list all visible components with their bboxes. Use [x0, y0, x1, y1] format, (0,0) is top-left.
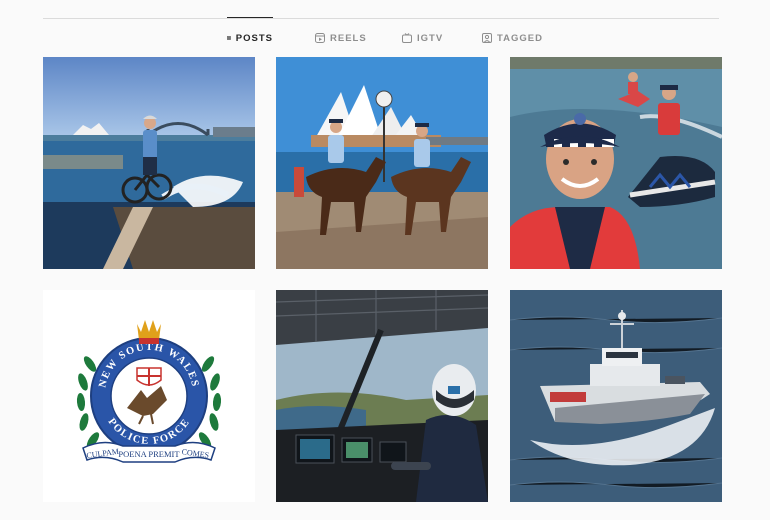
post-tile[interactable] [510, 290, 722, 502]
post-tile[interactable] [510, 57, 722, 269]
tab-tagged[interactable]: TAGGED [482, 18, 543, 58]
crest-ribbon-center: POENA PREMIT [118, 449, 180, 459]
post-tile[interactable] [276, 290, 488, 502]
igtv-icon [402, 33, 412, 43]
post-tile[interactable]: NEW SOUTH WALES POLICE FORCE CULPAM POEN… [43, 290, 255, 502]
profile-tabs: POSTS REELS IGTV TAGGED [0, 17, 770, 58]
post-tile[interactable] [276, 57, 488, 269]
tagged-icon [482, 33, 492, 43]
post-image-mounted-police [276, 57, 488, 269]
tab-label: TAGGED [497, 32, 543, 44]
grid-icon [227, 36, 231, 40]
tab-posts[interactable]: POSTS [227, 17, 273, 58]
tab-label: REELS [330, 32, 367, 44]
tab-label: IGTV [417, 32, 444, 44]
post-tile[interactable] [43, 57, 255, 269]
tab-label: POSTS [235, 32, 273, 44]
post-image-bike-officer [43, 57, 255, 269]
tab-igtv[interactable]: IGTV [402, 18, 443, 58]
tab-reels[interactable]: REELS [315, 18, 367, 58]
reels-icon [315, 33, 325, 43]
post-image-patrol-vessel [510, 290, 722, 502]
post-image-marine-officer [510, 57, 722, 269]
post-image-helicopter-cockpit [276, 290, 488, 502]
post-image-police-crest: NEW SOUTH WALES POLICE FORCE CULPAM POEN… [43, 290, 255, 502]
